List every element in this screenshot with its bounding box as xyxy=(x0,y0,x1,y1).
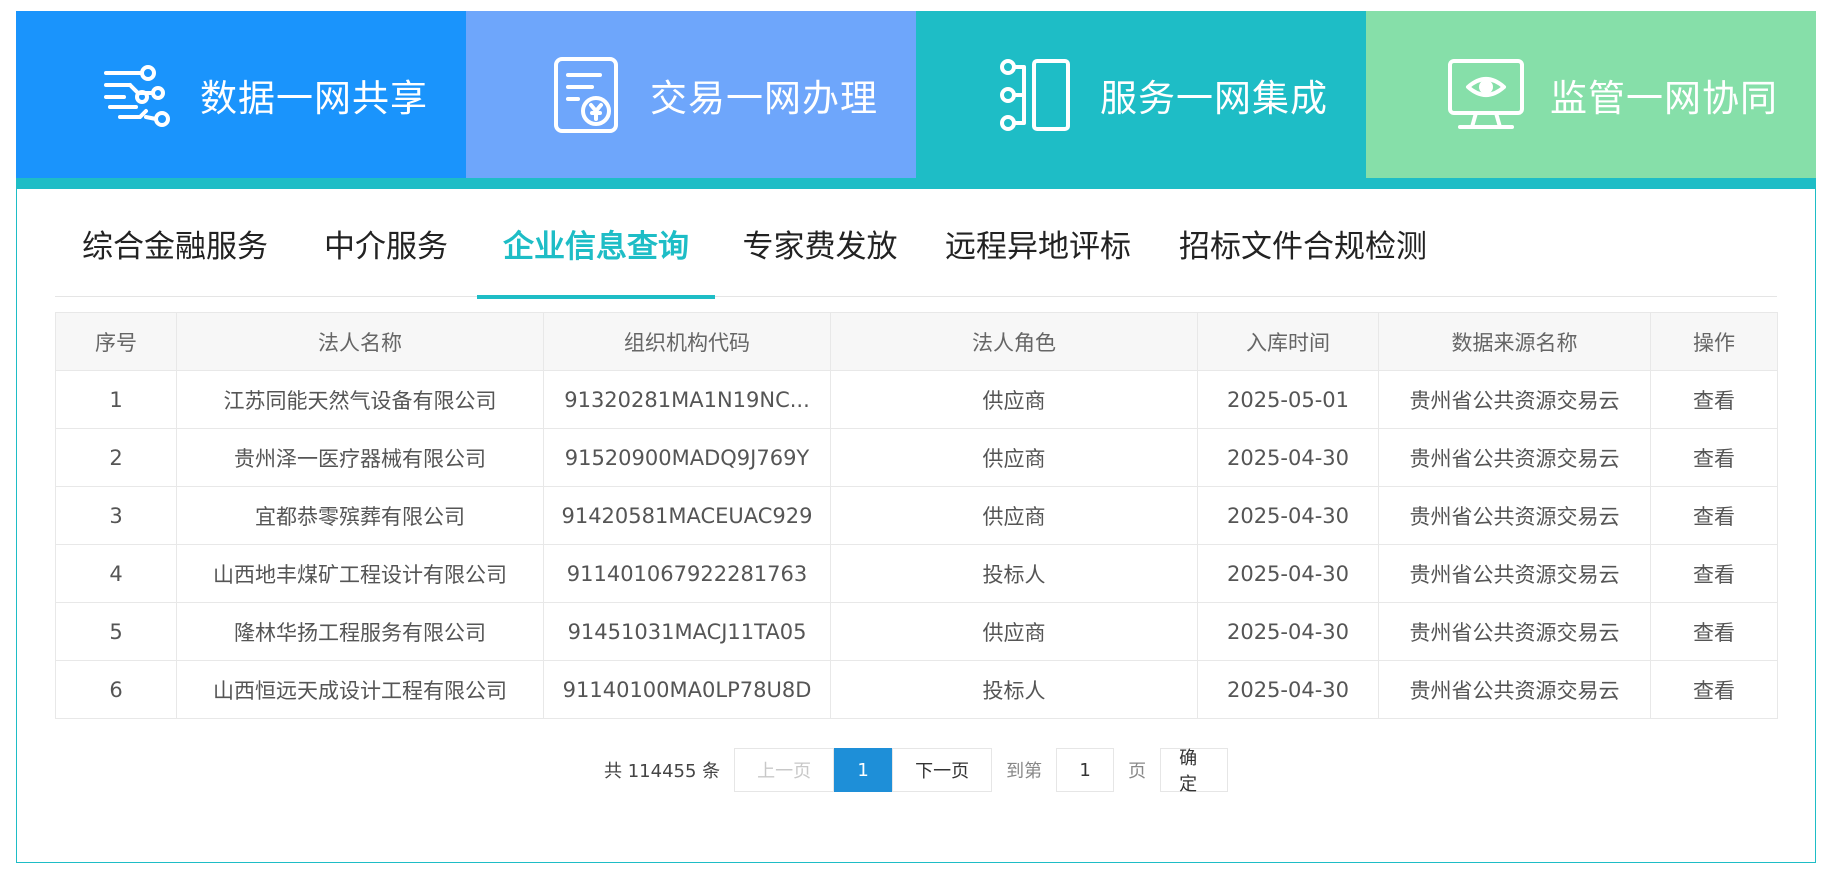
table-row: 1 江苏同能天然气设备有限公司 91320281MA1N19NC... 供应商 … xyxy=(55,370,1778,429)
cell-code: 91420581MACEUAC929 xyxy=(543,486,831,545)
cell-name: 江苏同能天然气设备有限公司 xyxy=(176,370,544,429)
banner-data-sharing[interactable]: 数据一网共享 xyxy=(16,11,466,178)
tab-enterprise-query[interactable]: 企业信息查询 xyxy=(477,189,715,299)
cell-source: 贵州省公共资源交易云 xyxy=(1378,428,1651,487)
col-header-index: 序号 xyxy=(55,312,177,371)
cell-index: 3 xyxy=(55,486,177,545)
monitor-eye-icon xyxy=(1444,53,1528,137)
banner-label: 服务一网集成 xyxy=(1100,76,1328,120)
cell-source: 贵州省公共资源交易云 xyxy=(1378,660,1651,719)
table-row: 4 山西地丰煤矿工程设计有限公司 911401067922281763 投标人 … xyxy=(55,544,1778,603)
table-row: 3 宜都恭零殡葬有限公司 91420581MACEUAC929 供应商 2025… xyxy=(55,486,1778,545)
cell-date: 2025-04-30 xyxy=(1197,428,1379,487)
cell-source: 贵州省公共资源交易云 xyxy=(1378,486,1651,545)
transaction-document-icon xyxy=(544,53,628,137)
banner-label: 数据一网共享 xyxy=(200,76,428,120)
prev-page-button[interactable]: 上一页 xyxy=(734,748,835,792)
banner-service[interactable]: 服务一网集成 xyxy=(916,11,1366,178)
tab-intermediary-services[interactable]: 中介服务 xyxy=(295,189,477,297)
tab-financial-services[interactable]: 综合金融服务 xyxy=(55,189,295,297)
page-unit-label: 页 xyxy=(1128,761,1147,782)
service-integration-icon xyxy=(994,53,1078,137)
cell-name: 隆林华扬工程服务有限公司 xyxy=(176,602,544,661)
cell-role: 投标人 xyxy=(830,544,1198,603)
next-page-button[interactable]: 下一页 xyxy=(892,748,993,792)
service-tabs: 综合金融服务 中介服务 企业信息查询 专家费发放 远程异地评标 招标文件合规检测 xyxy=(55,189,1777,299)
table-row: 6 山西恒远天成设计工程有限公司 91140100MA0LP78U8D 投标人 … xyxy=(55,660,1778,719)
cell-source: 贵州省公共资源交易云 xyxy=(1378,370,1651,429)
cell-code: 91451031MACJ11TA05 xyxy=(543,602,831,661)
view-link[interactable]: 查看 xyxy=(1650,486,1778,545)
page-number-input[interactable] xyxy=(1056,748,1115,792)
view-link[interactable]: 查看 xyxy=(1650,370,1778,429)
enterprise-table: 序号 法人名称 组织机构代码 法人角色 入库时间 数据来源名称 操作 1 江苏同… xyxy=(55,312,1778,719)
table-row: 2 贵州泽一医疗器械有限公司 91520900MADQ9J769Y 供应商 20… xyxy=(55,428,1778,487)
cell-source: 贵州省公共资源交易云 xyxy=(1378,602,1651,661)
data-network-icon xyxy=(94,53,178,137)
view-link[interactable]: 查看 xyxy=(1650,544,1778,603)
cell-date: 2025-04-30 xyxy=(1197,602,1379,661)
cell-index: 5 xyxy=(55,602,177,661)
cell-role: 供应商 xyxy=(830,428,1198,487)
col-header-date: 入库时间 xyxy=(1197,312,1379,371)
tab-remote-evaluation[interactable]: 远程异地评标 xyxy=(925,189,1151,297)
col-header-action: 操作 xyxy=(1650,312,1778,371)
banner-transaction[interactable]: 交易一网办理 xyxy=(466,11,916,178)
table-header-row: 序号 法人名称 组织机构代码 法人角色 入库时间 数据来源名称 操作 xyxy=(55,312,1778,371)
col-header-name: 法人名称 xyxy=(176,312,544,371)
top-banner: 数据一网共享 交易一网办理 服务一网集成 监管一网协同 xyxy=(16,11,1816,178)
confirm-button[interactable]: 确定 xyxy=(1160,748,1229,795)
cell-name: 山西恒远天成设计工程有限公司 xyxy=(176,660,544,719)
cell-role: 供应商 xyxy=(830,602,1198,661)
goto-label: 到第 xyxy=(1006,761,1043,782)
cell-date: 2025-04-30 xyxy=(1197,544,1379,603)
cell-code: 91320281MA1N19NC... xyxy=(543,370,831,429)
pagination: 共 114455 条 上一页 1 下一页 到第 页 确定 xyxy=(604,748,1229,795)
tab-compliance-check[interactable]: 招标文件合规检测 xyxy=(1151,189,1455,297)
col-header-code: 组织机构代码 xyxy=(543,312,831,371)
col-header-role: 法人角色 xyxy=(830,312,1198,371)
banner-label: 监管一网协同 xyxy=(1550,76,1778,120)
cell-name: 宜都恭零殡葬有限公司 xyxy=(176,486,544,545)
cell-source: 贵州省公共资源交易云 xyxy=(1378,544,1651,603)
cell-role: 投标人 xyxy=(830,660,1198,719)
view-link[interactable]: 查看 xyxy=(1650,602,1778,661)
view-link[interactable]: 查看 xyxy=(1650,660,1778,719)
cell-name: 山西地丰煤矿工程设计有限公司 xyxy=(176,544,544,603)
banner-supervision[interactable]: 监管一网协同 xyxy=(1366,11,1816,178)
cell-index: 4 xyxy=(55,544,177,603)
cell-date: 2025-04-30 xyxy=(1197,486,1379,545)
cell-code: 91520900MADQ9J769Y xyxy=(543,428,831,487)
tab-expert-fee[interactable]: 专家费发放 xyxy=(715,189,925,297)
banner-label: 交易一网办理 xyxy=(650,76,878,120)
view-link[interactable]: 查看 xyxy=(1650,428,1778,487)
table-row: 5 隆林华扬工程服务有限公司 91451031MACJ11TA05 供应商 20… xyxy=(55,602,1778,661)
cell-role: 供应商 xyxy=(830,486,1198,545)
cell-index: 2 xyxy=(55,428,177,487)
total-count: 共 114455 条 xyxy=(604,761,721,782)
cell-name: 贵州泽一医疗器械有限公司 xyxy=(176,428,544,487)
cell-date: 2025-05-01 xyxy=(1197,370,1379,429)
col-header-source: 数据来源名称 xyxy=(1378,312,1651,371)
current-page-button[interactable]: 1 xyxy=(834,748,893,792)
cell-code: 91140100MA0LP78U8D xyxy=(543,660,831,719)
cell-date: 2025-04-30 xyxy=(1197,660,1379,719)
cell-index: 1 xyxy=(55,370,177,429)
cell-code: 911401067922281763 xyxy=(543,544,831,603)
cell-index: 6 xyxy=(55,660,177,719)
cell-role: 供应商 xyxy=(830,370,1198,429)
